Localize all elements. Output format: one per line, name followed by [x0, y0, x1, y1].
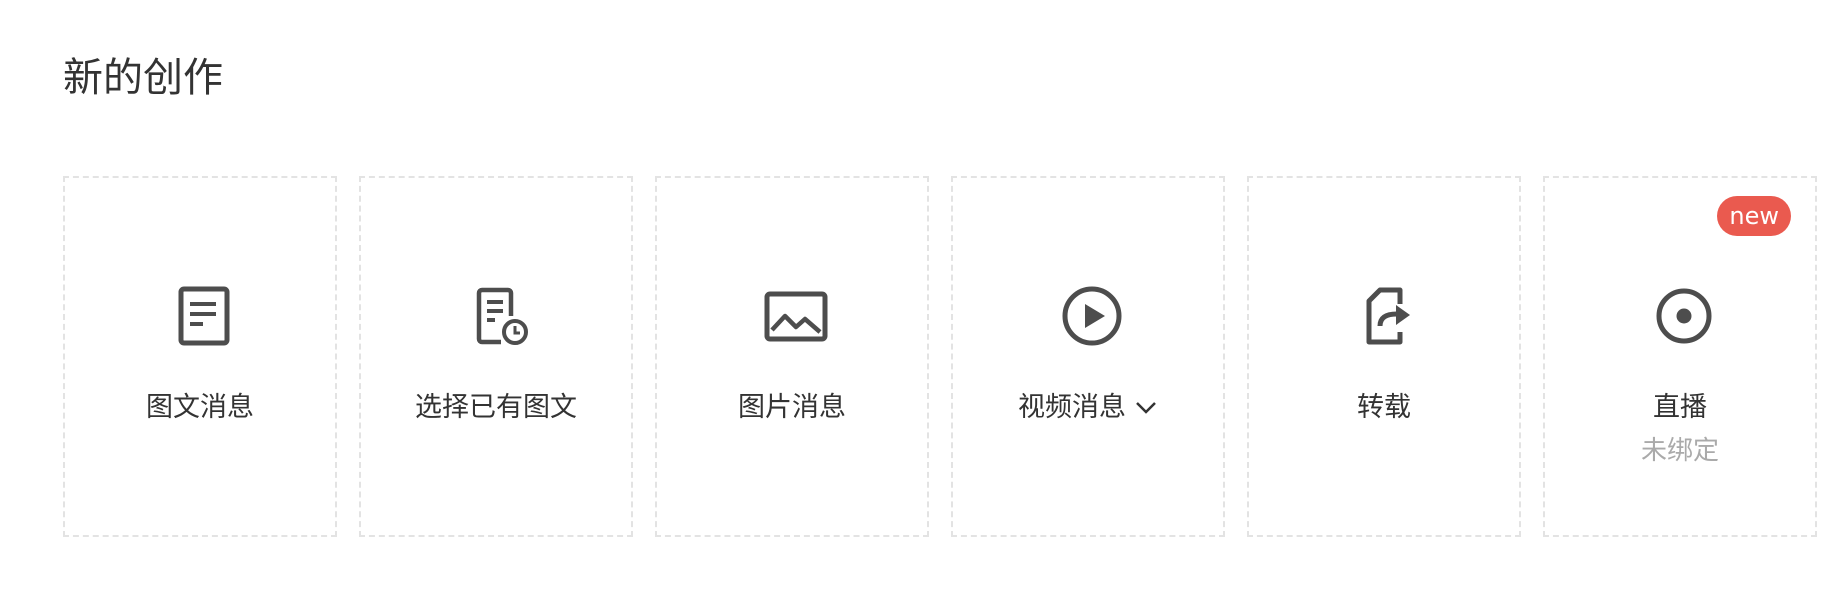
card-label-with-dropdown[interactable]: 视频消息	[953, 390, 1223, 426]
card-live-broadcast[interactable]: new 直播 未绑定	[1543, 176, 1817, 537]
card-image-message[interactable]: 图片消息	[655, 176, 929, 537]
card-article-message[interactable]: 图文消息	[63, 176, 337, 537]
new-badge: new	[1717, 196, 1791, 236]
chevron-down-icon[interactable]	[1134, 389, 1158, 425]
card-select-existing-article[interactable]: 选择已有图文	[359, 176, 633, 537]
card-label: 图片消息	[738, 392, 846, 423]
image-icon	[764, 284, 828, 348]
card-label: 直播	[1653, 392, 1707, 423]
radio-button-icon	[1652, 284, 1716, 348]
card-label: 视频消息	[1018, 392, 1126, 423]
new-creation-page: 新的创作 图文消息 选择已有图文 图片消息 视频消息 转载 new 直播 未绑定	[0, 0, 1824, 598]
card-repost[interactable]: 转载	[1247, 176, 1521, 537]
card-label: 转载	[1357, 392, 1411, 423]
document-icon	[172, 284, 236, 348]
card-sublabel-unbound: 未绑定	[1640, 436, 1719, 466]
play-circle-icon	[1060, 284, 1124, 348]
section-title: 新的创作	[63, 55, 223, 101]
card-label: 选择已有图文	[415, 392, 577, 423]
card-label: 图文消息	[146, 392, 254, 423]
document-clock-icon	[468, 284, 532, 348]
share-file-icon	[1356, 284, 1420, 348]
card-video-message[interactable]: 视频消息	[951, 176, 1225, 537]
